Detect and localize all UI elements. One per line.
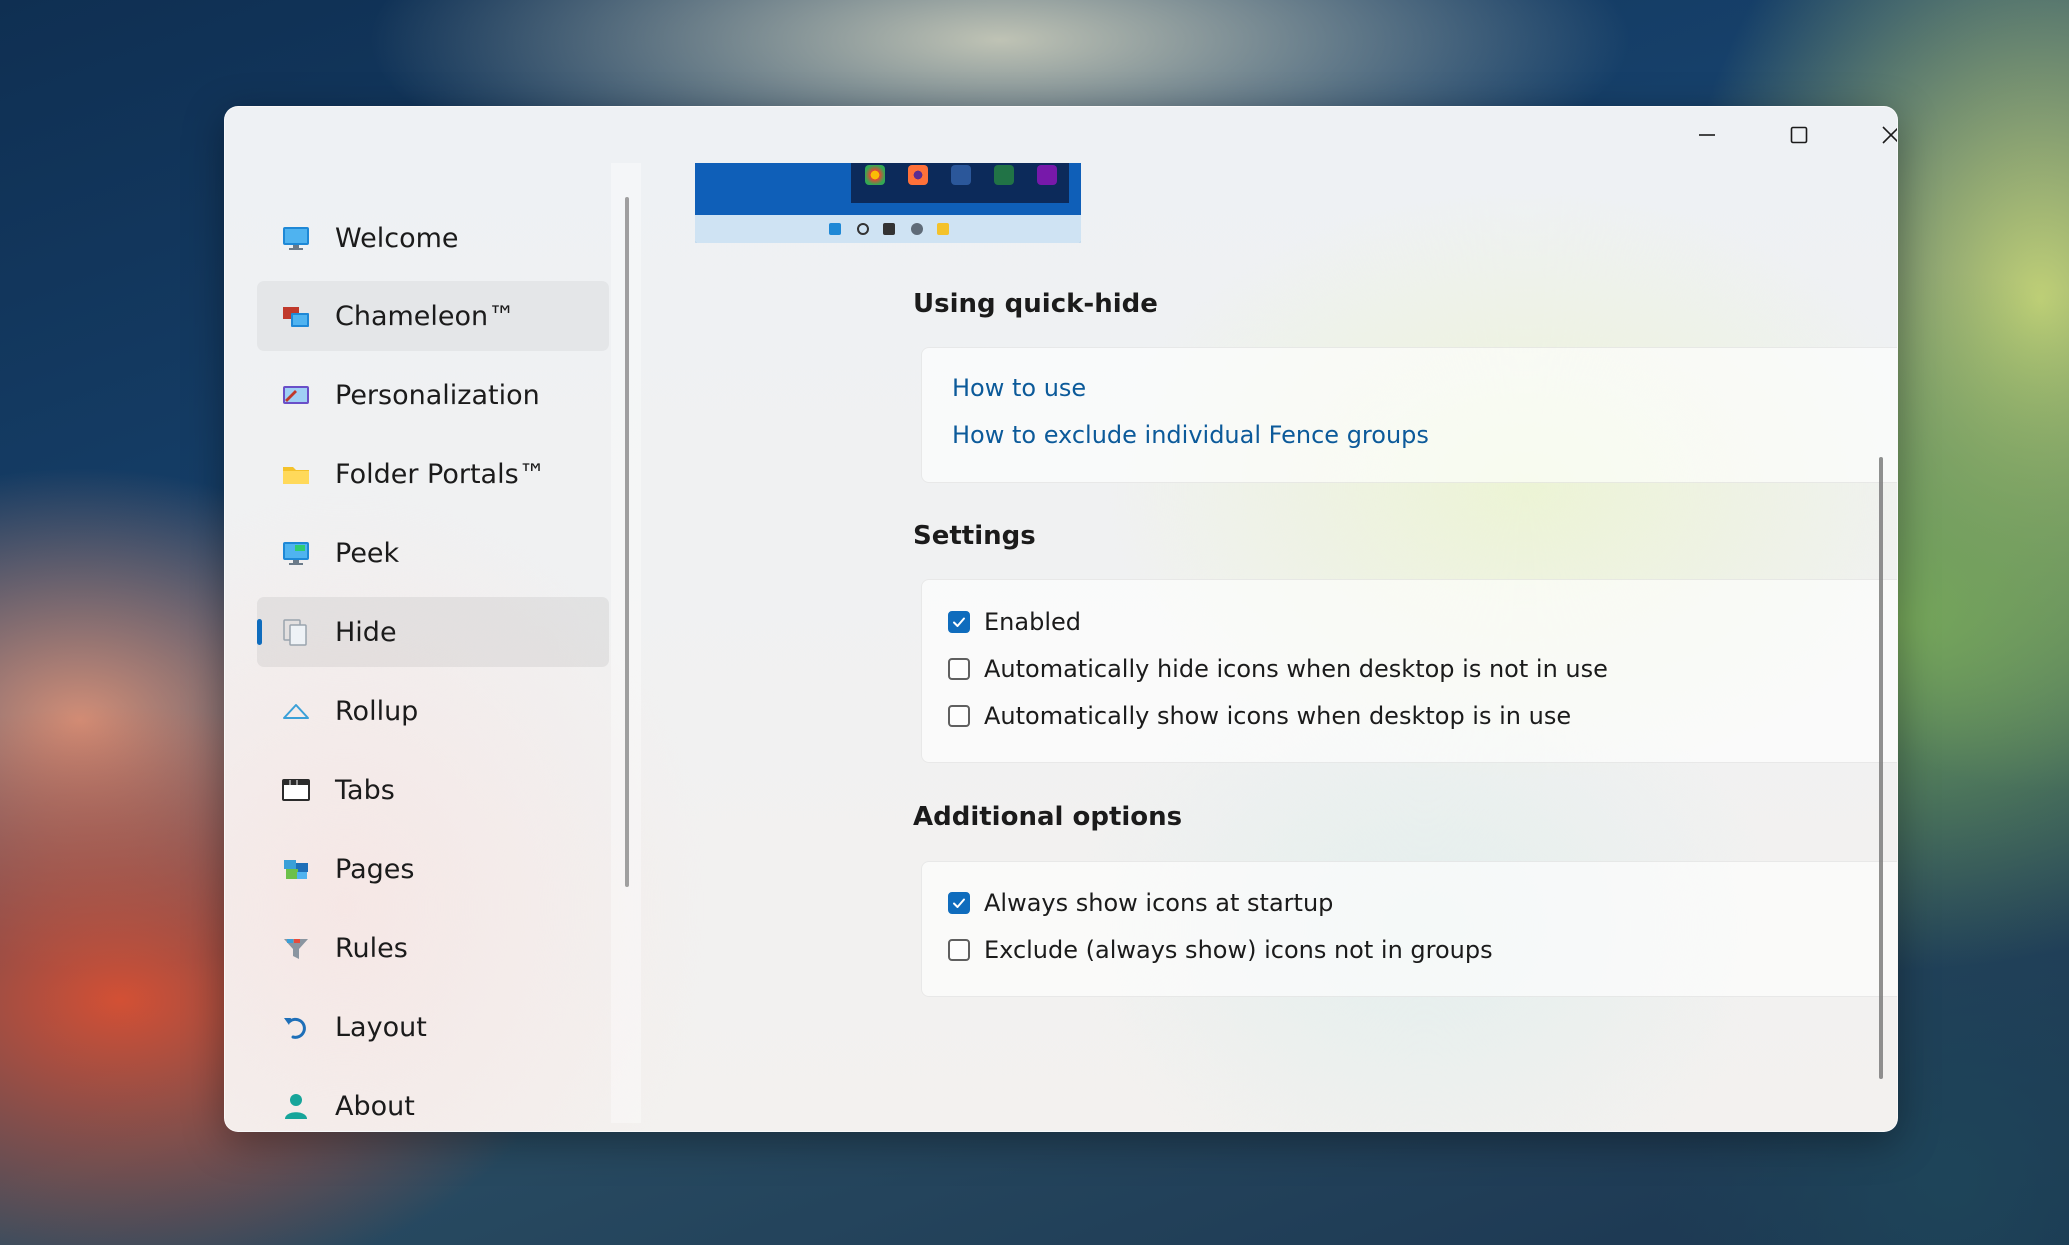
auto-show-option[interactable]: Automatically show icons when desktop is… bbox=[948, 701, 1571, 731]
folder-icon bbox=[281, 459, 311, 489]
sidebar-item-label: Tabs bbox=[335, 774, 395, 806]
content-scrollbar[interactable] bbox=[1879, 457, 1883, 1079]
sidebar-item-label: Peek bbox=[335, 537, 400, 569]
sidebar-item-label: Welcome bbox=[335, 222, 459, 254]
quick-hide-preview-image bbox=[695, 163, 1081, 243]
maximize-icon bbox=[1790, 126, 1808, 144]
onenote-icon bbox=[1037, 165, 1057, 185]
search-icon bbox=[857, 223, 869, 235]
checkbox-label: Automatically hide icons when desktop is… bbox=[984, 655, 1608, 683]
layout-icon bbox=[281, 1012, 311, 1042]
auto-show-checkbox[interactable] bbox=[948, 705, 970, 727]
sidebar-item-label: Hide bbox=[335, 616, 397, 648]
firefox-icon bbox=[908, 165, 928, 185]
auto-hide-checkbox[interactable] bbox=[948, 658, 970, 680]
app-window: Welcome Chameleon™ Personalization Folde… bbox=[224, 106, 1898, 1132]
peek-icon bbox=[281, 538, 311, 568]
taskbar bbox=[695, 215, 1081, 243]
settings-card: Enabled Automatically hide icons when de… bbox=[921, 579, 1897, 763]
sidebar-item-welcome[interactable]: Welcome bbox=[257, 203, 609, 273]
desktop-icons-area bbox=[851, 163, 1069, 203]
show-at-startup-checkbox[interactable] bbox=[948, 892, 970, 914]
windows-start-icon bbox=[829, 223, 841, 235]
sidebar-item-label: Pages bbox=[335, 853, 415, 885]
checkbox-label: Always show icons at startup bbox=[984, 889, 1334, 917]
sidebar-item-chameleon[interactable]: Chameleon™ bbox=[257, 281, 609, 351]
sidebar-item-peek[interactable]: Peek bbox=[257, 518, 609, 588]
sidebar-item-pages[interactable]: Pages bbox=[257, 834, 609, 904]
settings-heading: Settings bbox=[913, 521, 1036, 551]
word-icon bbox=[951, 165, 971, 185]
sidebar-item-hide[interactable]: Hide bbox=[257, 597, 609, 667]
show-at-startup-option[interactable]: Always show icons at startup bbox=[948, 888, 1333, 918]
exclude-not-in-groups-option[interactable]: Exclude (always show) icons not in group… bbox=[948, 935, 1493, 965]
sidebar-item-label: Folder Portals™ bbox=[335, 458, 546, 490]
checkbox-label: Enabled bbox=[984, 608, 1081, 636]
monitor-icon bbox=[281, 223, 311, 253]
exclude-not-in-groups-checkbox[interactable] bbox=[948, 939, 970, 961]
close-button[interactable] bbox=[1845, 107, 1897, 163]
minimize-icon bbox=[1699, 134, 1715, 136]
maximize-button[interactable] bbox=[1753, 107, 1845, 163]
sidebar-item-folder-portals[interactable]: Folder Portals™ bbox=[257, 439, 609, 509]
chameleon-icon bbox=[281, 301, 311, 331]
sidebar-scrollbar[interactable] bbox=[625, 197, 629, 887]
sidebar-item-label: Chameleon™ bbox=[335, 300, 516, 332]
pages-icon bbox=[281, 854, 311, 884]
quick-hide-heading: Using quick-hide bbox=[913, 289, 1158, 319]
sidebar-item-layout[interactable]: Layout bbox=[257, 992, 609, 1062]
checkmark-icon bbox=[953, 617, 965, 627]
tabs-icon bbox=[281, 775, 311, 805]
sidebar-item-rules[interactable]: Rules bbox=[257, 913, 609, 983]
enabled-option[interactable]: Enabled bbox=[948, 607, 1081, 637]
how-to-use-link[interactable]: How to use bbox=[952, 374, 1086, 402]
checkbox-label: Exclude (always show) icons not in group… bbox=[984, 936, 1493, 964]
sidebar-nav: Welcome Chameleon™ Personalization Folde… bbox=[257, 163, 609, 1123]
file-explorer-icon bbox=[937, 223, 949, 235]
personalization-icon bbox=[281, 380, 311, 410]
additional-options-card: Always show icons at startup Exclude (al… bbox=[921, 861, 1897, 997]
additional-options-heading: Additional options bbox=[913, 802, 1183, 832]
about-icon bbox=[281, 1091, 311, 1121]
checkmark-icon bbox=[953, 898, 965, 908]
sidebar-item-label: Rollup bbox=[335, 695, 419, 727]
sidebar-item-label: Personalization bbox=[335, 379, 540, 411]
sidebar-item-tabs[interactable]: Tabs bbox=[257, 755, 609, 825]
sidebar-item-rollup[interactable]: Rollup bbox=[257, 676, 609, 746]
rollup-icon bbox=[281, 696, 311, 726]
task-view-icon bbox=[883, 223, 895, 235]
sidebar-item-label: Rules bbox=[335, 932, 408, 964]
auto-hide-option[interactable]: Automatically hide icons when desktop is… bbox=[948, 654, 1608, 684]
enabled-checkbox[interactable] bbox=[948, 611, 970, 633]
selection-indicator bbox=[257, 619, 262, 645]
sidebar-item-about[interactable]: About bbox=[257, 1071, 609, 1131]
chrome-icon bbox=[865, 165, 885, 185]
rules-icon bbox=[281, 933, 311, 963]
sidebar-item-label: About bbox=[335, 1090, 415, 1122]
exclude-fence-groups-link[interactable]: How to exclude individual Fence groups bbox=[952, 421, 1429, 449]
sidebar-item-label: Layout bbox=[335, 1011, 427, 1043]
minimize-button[interactable] bbox=[1661, 107, 1753, 163]
close-icon bbox=[1882, 126, 1897, 144]
checkbox-label: Automatically show icons when desktop is… bbox=[984, 702, 1572, 730]
quick-hide-card: How to use How to exclude individual Fen… bbox=[921, 347, 1897, 483]
excel-icon bbox=[994, 165, 1014, 185]
hide-icon bbox=[281, 617, 311, 647]
sidebar-item-personalization[interactable]: Personalization bbox=[257, 360, 609, 430]
settings-gear-icon bbox=[911, 223, 923, 235]
